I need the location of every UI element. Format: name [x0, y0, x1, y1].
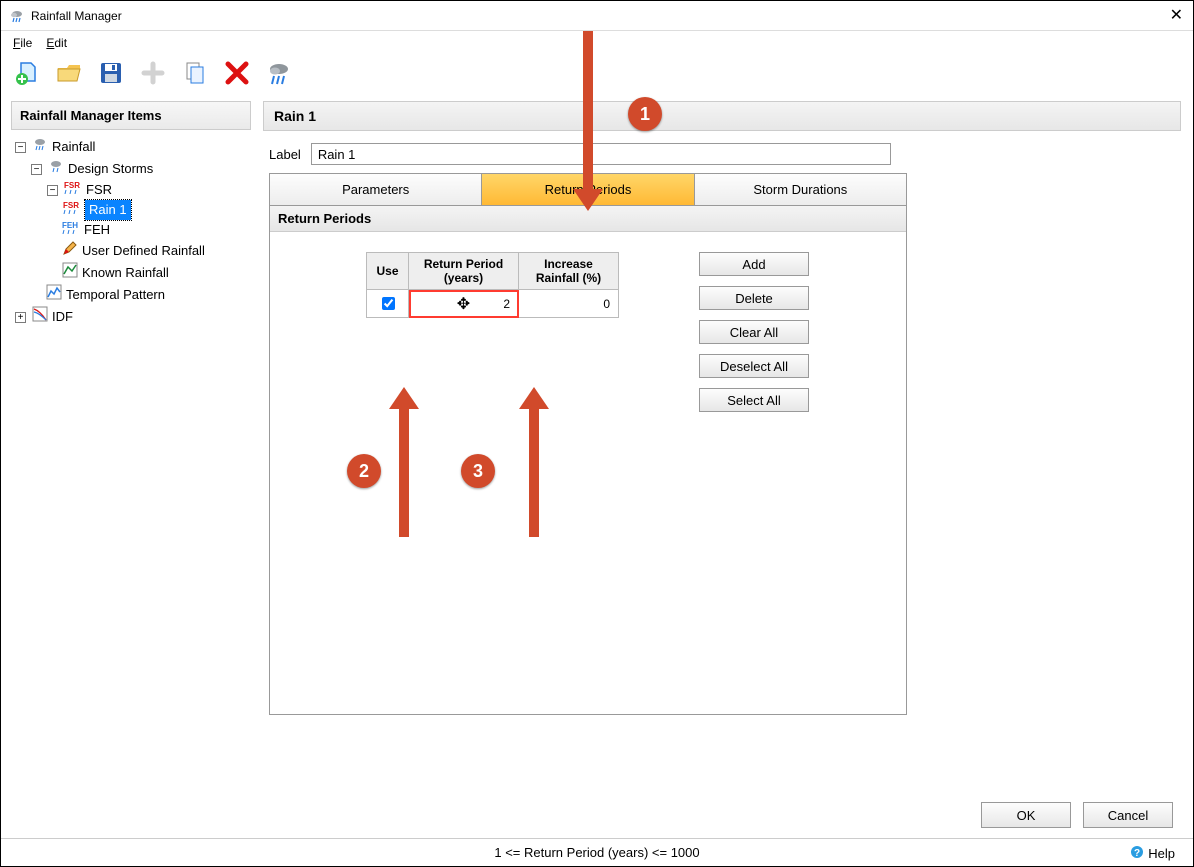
grid-buttons: Add Delete Clear All Deselect All Select…	[699, 252, 809, 412]
annotation-arrow	[399, 407, 409, 537]
pencil-icon	[62, 240, 78, 262]
delete-button[interactable]: Delete	[699, 286, 809, 310]
svg-text:FSR: FSR	[64, 181, 80, 190]
ok-button[interactable]: OK	[981, 802, 1071, 828]
fsr-icon: FSR	[64, 180, 82, 200]
tree-item-temporal[interactable]: Temporal Pattern	[15, 284, 247, 306]
collapse-icon[interactable]: −	[47, 185, 58, 196]
collapse-icon[interactable]: −	[31, 164, 42, 175]
save-icon[interactable]	[97, 59, 125, 87]
sidebar: Rainfall Manager Items − Rainfall − Desi…	[1, 95, 261, 785]
annotation-arrow-head	[519, 387, 549, 409]
tree-item-rainfall[interactable]: − Rainfall	[15, 136, 247, 158]
add-button[interactable]: Add	[699, 252, 809, 276]
help-icon: ?	[1130, 845, 1144, 862]
chart-icon	[46, 284, 62, 306]
delete-x-icon[interactable]	[223, 59, 251, 87]
tree-item-fsr[interactable]: − FSR FSR	[15, 180, 247, 200]
annotation-arrow	[529, 407, 539, 537]
plus-icon[interactable]	[139, 59, 167, 87]
label-row: Label	[263, 131, 1181, 173]
svg-text:FSR: FSR	[63, 201, 79, 210]
clear-all-button[interactable]: Clear All	[699, 320, 809, 344]
col-return-period: Return Period (years)	[409, 253, 519, 290]
tree-item-idf[interactable]: + IDF	[15, 306, 247, 328]
status-bar: 1 <= Return Period (years) <= 1000	[1, 838, 1193, 866]
tree-item-design-storms[interactable]: − Design Storms	[15, 158, 247, 180]
help-link[interactable]: ? Help	[1130, 845, 1175, 862]
close-icon[interactable]: ✕	[1170, 5, 1183, 25]
svg-text:FEH: FEH	[62, 221, 78, 230]
toolbar	[1, 55, 1193, 95]
chart-icon	[62, 262, 78, 284]
tree-item-feh[interactable]: FEH FEH	[15, 220, 247, 240]
menu-bar: File Edit	[1, 31, 1193, 55]
annotation-arrow-head	[389, 387, 419, 409]
callout-1: 1	[628, 97, 662, 131]
use-checkbox[interactable]	[382, 297, 395, 310]
open-folder-icon[interactable]	[55, 59, 83, 87]
title-bar: Rainfall Manager ✕	[1, 1, 1193, 31]
sidebar-title: Rainfall Manager Items	[11, 101, 251, 130]
cancel-button[interactable]: Cancel	[1083, 802, 1173, 828]
tab-parameters[interactable]: Parameters	[270, 174, 482, 205]
return-periods-grid: Use Return Period (years) Increase Rainf…	[366, 252, 619, 318]
deselect-all-button[interactable]: Deselect All	[699, 354, 809, 378]
callout-2: 2	[347, 454, 381, 488]
increase-cell[interactable]: 0	[519, 290, 619, 318]
col-use: Use	[367, 253, 409, 290]
fsr-icon: FSR	[63, 200, 81, 220]
dialog-buttons: OK Cancel	[981, 802, 1173, 828]
cloud-rain-icon	[48, 158, 64, 180]
cloud-rain-icon	[9, 8, 25, 24]
new-file-icon[interactable]	[13, 59, 41, 87]
cloud-rain-icon	[32, 136, 48, 158]
tree-item-rain1[interactable]: FSR Rain 1	[15, 200, 247, 220]
label-caption: Label	[269, 147, 301, 162]
copy-icon[interactable]	[181, 59, 209, 87]
callout-3: 3	[461, 454, 495, 488]
label-input[interactable]	[311, 143, 891, 165]
annotation-arrow-head	[573, 189, 603, 211]
tab-storm-durations[interactable]: Storm Durations	[695, 174, 906, 205]
tree: − Rainfall − Design Storms − FSR FSR	[11, 130, 251, 334]
return-period-cell[interactable]: ✥ 2	[409, 290, 519, 318]
move-cursor-icon: ✥	[457, 294, 470, 314]
feh-icon: FEH	[62, 220, 80, 240]
menu-edit[interactable]: Edit	[46, 36, 67, 50]
editor-title: Rain 1	[263, 101, 1181, 131]
annotation-arrow	[583, 31, 593, 191]
menu-file[interactable]: File	[13, 36, 32, 50]
idf-chart-icon	[32, 306, 48, 328]
svg-text:?: ?	[1134, 848, 1140, 859]
collapse-icon[interactable]: −	[15, 142, 26, 153]
grid-row[interactable]: ✥ 2 0	[367, 290, 619, 318]
select-all-button[interactable]: Select All	[699, 388, 809, 412]
expand-icon[interactable]: +	[15, 312, 26, 323]
tree-item-known[interactable]: Known Rainfall	[15, 262, 247, 284]
cloud-rain-toolbar-icon[interactable]	[265, 59, 293, 87]
status-text: 1 <= Return Period (years) <= 1000	[494, 845, 699, 860]
tree-item-user-defined[interactable]: User Defined Rainfall	[15, 240, 247, 262]
col-increase: Increase Rainfall (%)	[519, 253, 619, 290]
window-title: Rainfall Manager	[31, 9, 122, 23]
